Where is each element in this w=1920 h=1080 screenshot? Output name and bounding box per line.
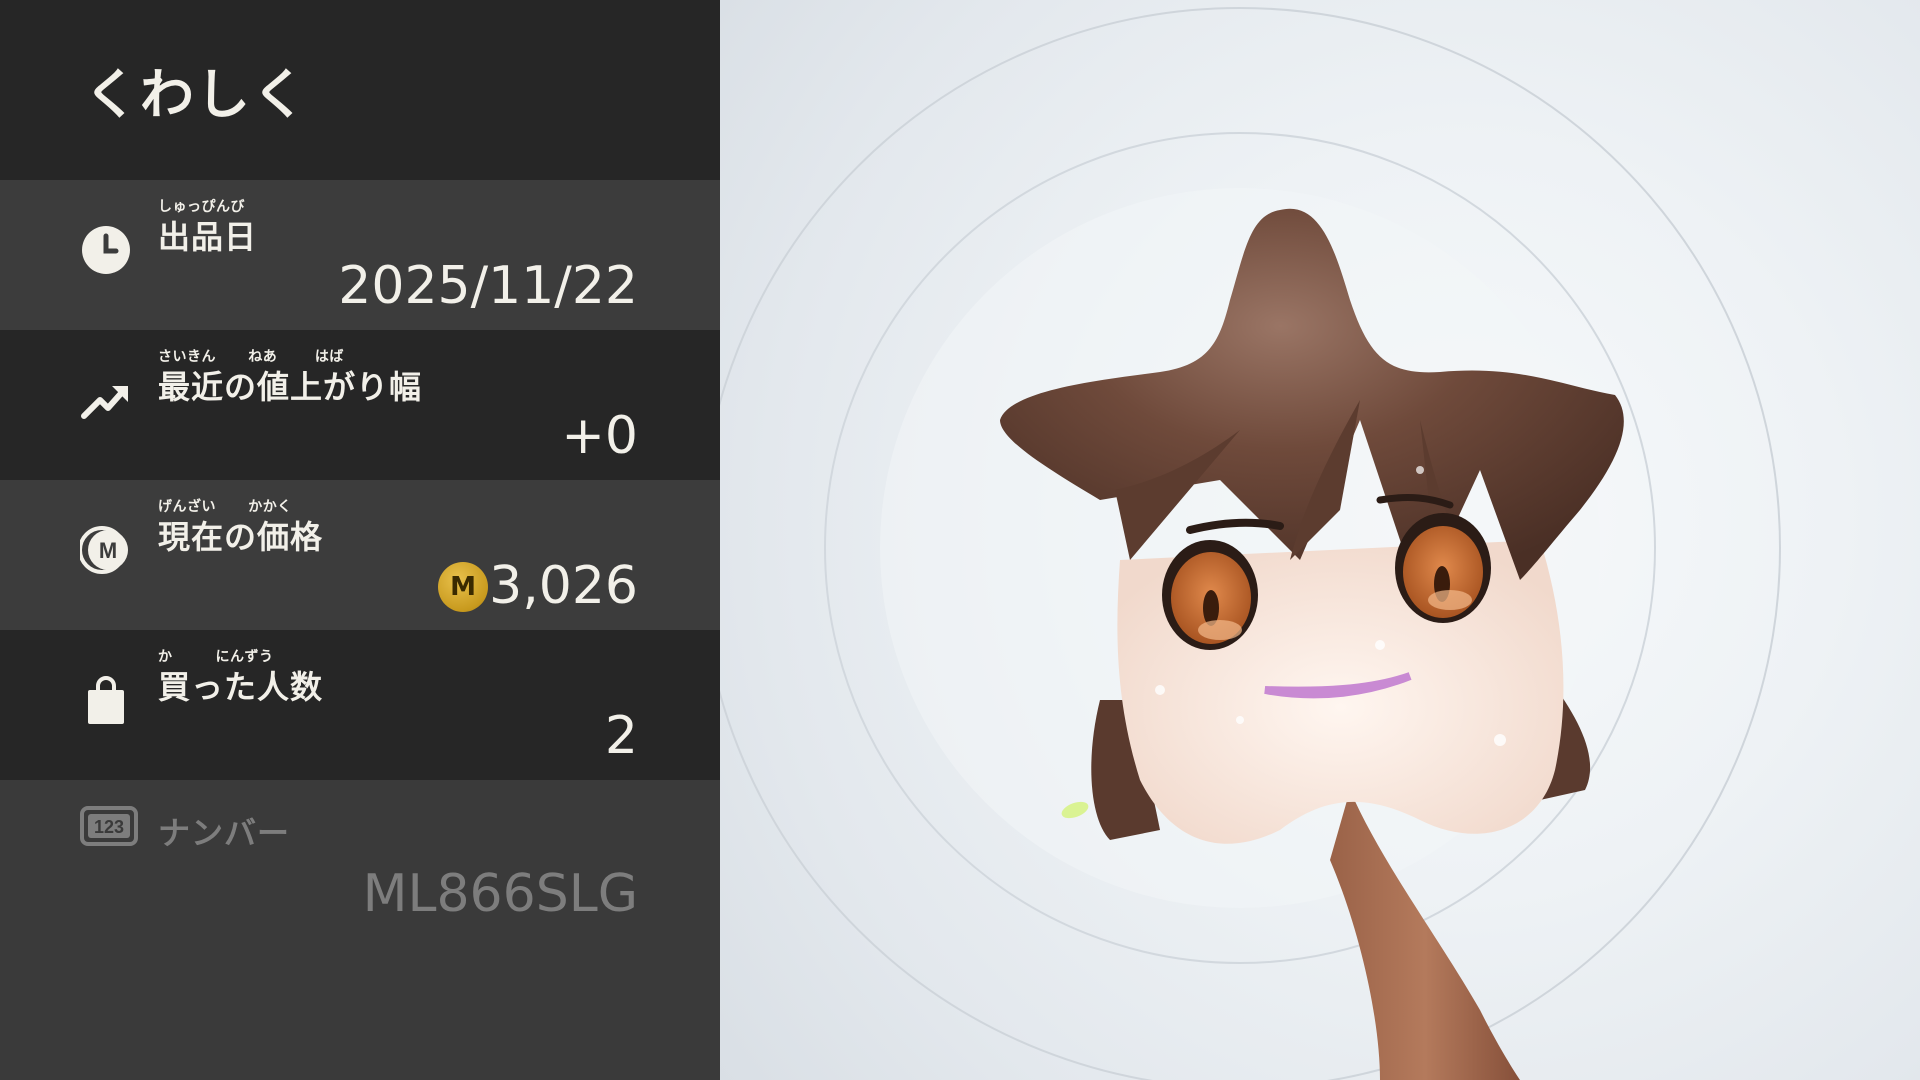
recent-increase-value: +0 <box>561 406 638 466</box>
recent-increase-label: 最近の値上がり幅 <box>158 368 423 406</box>
svg-text:M: M <box>99 538 117 563</box>
shopping-bag-icon <box>80 674 132 726</box>
number-label: ナンバー <box>158 814 291 852</box>
trend-up-icon <box>80 374 132 426</box>
recent-increase-row: さいきん ねあ はば 最近の値上がり幅 +0 <box>0 330 720 480</box>
number-badge-icon: 123 <box>80 806 138 846</box>
buyers-row: か にんずう 買った人数 2 <box>0 630 720 780</box>
release-date-value: 2025/11/22 <box>338 256 638 316</box>
m-coin-icon: M <box>78 524 132 576</box>
svg-text:123: 123 <box>94 817 124 837</box>
panel-header: くわしく <box>0 0 720 180</box>
current-price-label: 現在の価格 <box>158 518 324 556</box>
number-row: 123 ナンバー ML866SLG <box>0 780 720 1080</box>
star-headed-character-icon <box>720 7 1781 1080</box>
clock-icon <box>80 224 132 276</box>
current-price-value: 3,026 <box>489 556 638 616</box>
release-date-label: 出品日 <box>158 218 258 256</box>
details-panel: くわしく しゅっぴんび 出品日 2025/11/22 さいきん ねあ はば 最近… <box>0 0 720 1080</box>
number-value: ML866SLG <box>362 864 638 924</box>
m-coin-badge: M <box>438 562 488 612</box>
buyers-label: 買った人数 <box>158 668 324 706</box>
current-price-row: M げんざい かかく 現在の価格 M 3,026 <box>0 480 720 630</box>
buyers-value: 2 <box>604 706 638 766</box>
release-date-row: しゅっぴんび 出品日 2025/11/22 <box>0 180 720 330</box>
page-title: くわしく <box>84 63 308 126</box>
character-preview[interactable] <box>720 0 1920 1080</box>
